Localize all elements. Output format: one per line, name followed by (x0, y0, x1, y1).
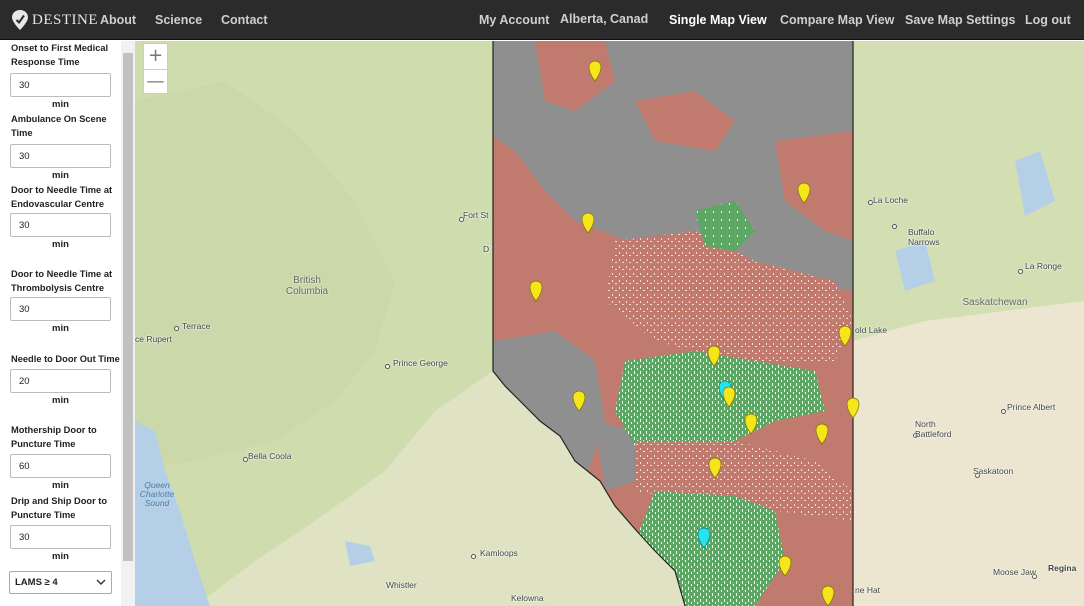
nav-single-map-view-link[interactable]: Single Map View (669, 13, 767, 27)
place-prince-albert: Prince Albert (1007, 402, 1056, 412)
needle-to-door-out-field: Needle to Door Out Time min (0, 352, 121, 407)
lams-select-value: LAMS ≥ 4 (15, 577, 58, 588)
place-medicine-hat: ne Hat (855, 585, 881, 595)
location-pin-logo-icon (12, 10, 28, 30)
settings-sidebar: Onset to First Medical Response Time min… (0, 41, 121, 606)
field-label: Onset to First Medical Response Time (11, 43, 109, 67)
map-canvas[interactable]: British Columbia Saskatchewan Queen Char… (135, 41, 1084, 606)
prairie (853, 301, 1084, 606)
brand-name: DESTINE (32, 11, 98, 28)
place-prince-george: Prince George (393, 358, 448, 368)
nav-science-link[interactable]: Science (155, 13, 202, 27)
onset-to-first-response-input[interactable] (10, 73, 111, 97)
field-unit: min (52, 170, 69, 181)
province-label-sk: Saskatchewan (962, 297, 1028, 308)
nav-contact-link[interactable]: Contact (221, 13, 268, 27)
place-la-loche: La Loche (873, 195, 908, 205)
drip-and-ship-door-to-puncture-field: Drip and Ship Door to Puncture Time min (0, 494, 121, 563)
nav-my-account-link[interactable]: My Account (479, 13, 549, 27)
place-d: D (483, 244, 490, 254)
place-bella-coola: Bella Coola (248, 451, 292, 461)
place-prince-rupert: ce Rupert (135, 334, 172, 344)
nav-log-out-link[interactable]: Log out (1025, 13, 1071, 27)
door-to-needle-thrombolysis-field: Door to Needle Time at Thrombolysis Cent… (0, 267, 121, 335)
sidebar-scrollbar[interactable] (121, 41, 135, 606)
alberta-green-south (635, 491, 785, 606)
needle-to-door-out-input[interactable] (10, 369, 111, 393)
place-whistler: Whistler (386, 580, 417, 590)
city-dot (385, 364, 390, 369)
city-dot (471, 554, 476, 559)
place-north-battleford: North Battleford (915, 419, 952, 439)
onset-to-first-response-field: Onset to First Medical Response Time min (0, 41, 121, 111)
brand-logo[interactable]: DESTINE (10, 8, 98, 32)
water-label-queen-charlotte-sound: Queen Charlotte Sound (139, 480, 175, 508)
field-unit: min (52, 480, 69, 491)
field-unit: min (52, 551, 69, 562)
door-to-needle-endovascular-field: Door to Needle Time at Endovascular Cent… (0, 183, 121, 251)
field-label: Door to Needle Time at Thrombolysis Cent… (11, 269, 113, 293)
drip-and-ship-door-to-puncture-input[interactable] (10, 525, 111, 549)
nav-about-link[interactable]: About (100, 13, 136, 27)
zoom-in-button[interactable]: + (144, 44, 167, 69)
place-fort-st: Fort St (463, 210, 489, 220)
alberta-grey-west (493, 331, 605, 511)
place-kamloops: Kamloops (480, 548, 518, 558)
city-dot (1001, 409, 1006, 414)
nav-save-map-settings-link[interactable]: Save Map Settings (905, 13, 1015, 27)
door-to-needle-thrombolysis-input[interactable] (10, 297, 111, 321)
field-unit: min (52, 395, 69, 406)
mothership-door-to-puncture-field: Mothership Door to Puncture Time min (0, 423, 121, 492)
ambulance-on-scene-field: Ambulance On Scene Time min (0, 112, 121, 182)
place-kelowna: Kelowna (511, 593, 544, 603)
city-dot (174, 326, 179, 331)
field-unit: min (52, 99, 69, 110)
chevron-down-icon (96, 579, 106, 585)
mothership-door-to-puncture-input[interactable] (10, 454, 111, 478)
city-dot (1018, 269, 1023, 274)
zoom-controls: + — (143, 43, 168, 94)
door-to-needle-endovascular-input[interactable] (10, 213, 111, 237)
nav-compare-map-view-link[interactable]: Compare Map View (780, 13, 894, 27)
place-cold-lake: old Lake (855, 325, 888, 335)
province-label-bc: British Columbia (285, 275, 329, 297)
place-saskatoon: Saskatoon (973, 466, 1014, 476)
place-moose-jaw: Moose Jaw (993, 567, 1036, 577)
nav-region-label[interactable]: Alberta, Canad (560, 12, 648, 26)
sidebar-scroll-thumb[interactable] (123, 53, 133, 561)
field-label: Needle to Door Out Time (11, 354, 120, 364)
ambulance-on-scene-input[interactable] (10, 144, 111, 168)
field-unit: min (52, 239, 69, 250)
place-terrace: Terrace (182, 321, 211, 331)
lams-select[interactable]: LAMS ≥ 4 (9, 571, 112, 594)
field-label: Drip and Ship Door to Puncture Time (11, 496, 108, 520)
place-buffalo-narrows: Buffalo Narrows (908, 227, 940, 247)
field-label: Door to Needle Time at Endovascular Cent… (11, 185, 113, 209)
place-la-ronge: La Ronge (1025, 261, 1062, 271)
place-regina: Regina (1048, 563, 1077, 573)
basemap (135, 41, 1084, 606)
zoom-out-button[interactable]: — (144, 69, 167, 94)
top-navbar: DESTINE About Science Contact My Account… (0, 0, 1084, 40)
field-unit: min (52, 323, 69, 334)
field-label: Mothership Door to Puncture Time (11, 425, 97, 449)
lake-3 (345, 541, 375, 566)
city-dot (892, 224, 897, 229)
field-label: Ambulance On Scene Time (11, 114, 107, 138)
